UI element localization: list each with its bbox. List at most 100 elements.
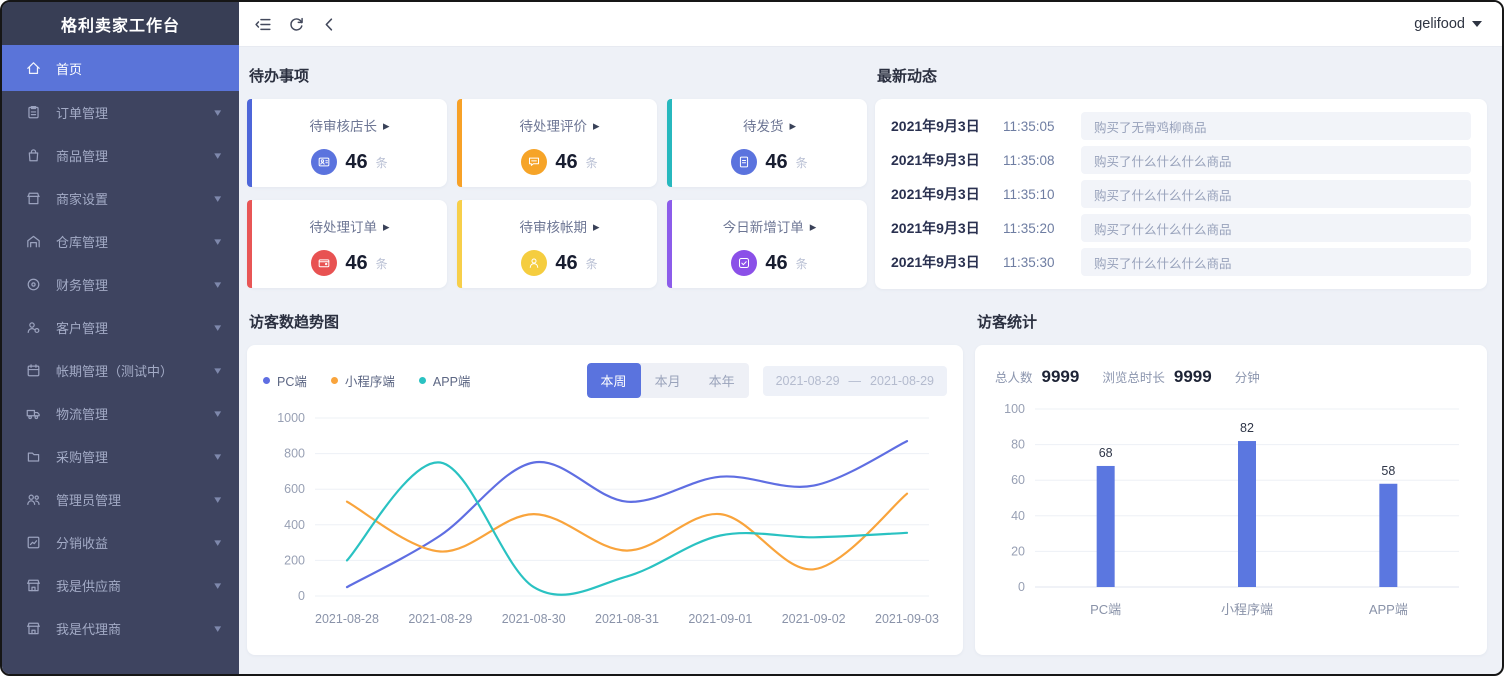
svg-text:2021-08-29: 2021-08-29 [408,612,472,626]
svg-text:1000: 1000 [277,411,305,425]
stats-section: 访客统计 总人数 9999 浏览总时长 9999 分钟 020406080100… [975,305,1487,655]
card-title: 待处理订单 [309,216,377,236]
sidebar-item-label: 首页 [56,59,221,78]
collapse-sidebar-icon[interactable] [254,15,273,34]
card-count: 46 [765,151,787,174]
sidebar-item-label: 财务管理 [56,275,215,294]
user-menu[interactable]: gelifood [1414,16,1482,32]
trend-controls: 本周本月本年 2021-08-29 — 2021-08-29 [587,363,947,398]
refresh-icon[interactable] [287,15,306,34]
sidebar-item-goods-2[interactable]: 商品管理▾ [2,134,239,177]
arrow-right-icon: ▸ [593,220,600,233]
main-area: gelifood 待办事项 待审核店长▸46条待处理评价▸46条待发货▸46条待… [239,2,1502,674]
back-icon[interactable] [320,15,339,34]
card-count: 46 [555,252,577,275]
card-unit: 条 [376,154,388,171]
sidebar-item-calendar-7[interactable]: 帐期管理（测试中）▾ [2,349,239,392]
sidebar-item-customer-6[interactable]: 客户管理▾ [2,306,239,349]
activity-row: 2021年9月3日11:35:30购买了什么什么什么商品 [891,248,1471,276]
sidebar-item-truck-8[interactable]: 物流管理▾ [2,392,239,435]
sidebar-item-clipboard-1[interactable]: 订单管理▾ [2,91,239,134]
sidebar-item-store-12[interactable]: 我是供应商▾ [2,564,239,607]
duration-unit: 分钟 [1235,367,1260,386]
chevron-down-icon: ▾ [215,192,222,205]
trend-tab-0[interactable]: 本周 [587,363,641,398]
todo-card[interactable]: 待审核店长▸46条 [247,99,447,187]
chevron-down-icon: ▾ [215,450,222,463]
stats-title: 访客统计 [977,311,1487,332]
trend-panel: PC端 小程序端 APP端 本周本月本年 2021-08-29 — 2021-08-… [247,345,963,655]
app-window: 格利卖家工作台 首页订单管理▾商品管理▾商家设置▾仓库管理▾财务管理▾客户管理▾… [0,0,1504,676]
sidebar-item-chart-box-11[interactable]: 分销收益▾ [2,521,239,564]
svg-text:2021-08-28: 2021-08-28 [315,612,379,626]
legend-label: PC端 [277,371,307,390]
goods-icon [25,147,42,164]
chevron-down-icon: ▾ [215,407,222,420]
activity-text: 购买了无骨鸡柳商品 [1081,112,1471,140]
todo-card[interactable]: 待处理评价▸46条 [457,99,657,187]
todo-card[interactable]: 待发货▸46条 [667,99,867,187]
sidebar-item-finance-5[interactable]: 财务管理▾ [2,263,239,306]
sidebar-item-shop-3[interactable]: 商家设置▾ [2,177,239,220]
card-title: 待发货 [743,115,784,135]
content: 待办事项 待审核店长▸46条待处理评价▸46条待发货▸46条待处理订单▸46条待… [239,47,1502,674]
activity-time: 11:35:05 [1003,119,1081,134]
sidebar-item-label: 仓库管理 [56,232,215,251]
legend-item[interactable]: PC端 [263,371,307,390]
card-unit: 条 [376,255,388,272]
chevron-down-icon: ▾ [215,579,222,592]
purchase-icon [25,448,42,465]
svg-text:82: 82 [1240,421,1254,435]
chart-box-icon [25,534,42,551]
app-title: 格利卖家工作台 [2,2,239,45]
activity-text: 购买了什么什么什么商品 [1081,214,1471,242]
legend-label: 小程序端 [345,371,395,390]
admin-icon [25,491,42,508]
activity-date: 2021年9月3日 [891,184,1003,204]
svg-text:2021-09-01: 2021-09-01 [688,612,752,626]
home-icon [25,60,42,77]
sidebar-item-label: 我是代理商 [56,619,215,638]
trend-legend: PC端 小程序端 APP端 [263,371,470,390]
activity-panel: 2021年9月3日11:35:05购买了无骨鸡柳商品2021年9月3日11:35… [875,99,1487,289]
sidebar-item-purchase-9[interactable]: 采购管理▾ [2,435,239,478]
calendar-icon [25,362,42,379]
sidebar-item-store-13[interactable]: 我是代理商▾ [2,607,239,650]
trend-tab-1[interactable]: 本月 [641,363,695,398]
date-range-picker[interactable]: 2021-08-29 — 2021-08-29 [763,366,947,396]
clipboard-icon [25,104,42,121]
card-title: 今日新增订单 [723,216,804,236]
card-accent-bar [667,99,672,187]
topbar: gelifood [239,2,1502,47]
activity-date: 2021年9月3日 [891,252,1003,272]
todo-card[interactable]: 今日新增订单▸46条 [667,200,867,288]
sidebar-item-home-0[interactable]: 首页 [2,45,239,91]
svg-text:0: 0 [1018,580,1025,594]
activity-text: 购买了什么什么什么商品 [1081,248,1471,276]
legend-dot-icon [263,377,270,384]
finance-icon [25,276,42,293]
legend-item[interactable]: APP端 [419,371,471,390]
svg-text:400: 400 [284,518,305,532]
trend-tab-2[interactable]: 本年 [695,363,749,398]
todo-card[interactable]: 待审核帐期▸46条 [457,200,657,288]
chevron-down-icon: ▾ [215,106,222,119]
sidebar-item-label: 管理员管理 [56,490,215,509]
sidebar-item-warehouse-4[interactable]: 仓库管理▾ [2,220,239,263]
chevron-down-icon: ▾ [215,278,222,291]
trend-section: 访客数趋势图 PC端小程序端APP端 本周本月本年 2021-08-29 — 2… [247,305,963,655]
svg-text:小程序端: 小程序端 [1221,602,1273,617]
legend-item[interactable]: 小程序端 [331,371,395,390]
chevron-down-icon: ▾ [215,149,222,162]
date-separator: — [849,374,862,388]
activity-row: 2021年9月3日11:35:05购买了无骨鸡柳商品 [891,112,1471,140]
svg-text:2021-08-31: 2021-08-31 [595,612,659,626]
visitor-trend-line-chart: 020040060080010002021-08-282021-08-29202… [263,400,947,642]
card-unit: 条 [586,255,598,272]
date-end: 2021-08-29 [870,374,934,388]
trend-period-tabs: 本周本月本年 [587,363,749,398]
sidebar-item-label: 帐期管理（测试中） [56,361,215,380]
sidebar-item-admin-10[interactable]: 管理员管理▾ [2,478,239,521]
todo-card[interactable]: 待处理订单▸46条 [247,200,447,288]
chevron-down-icon: ▾ [215,536,222,549]
